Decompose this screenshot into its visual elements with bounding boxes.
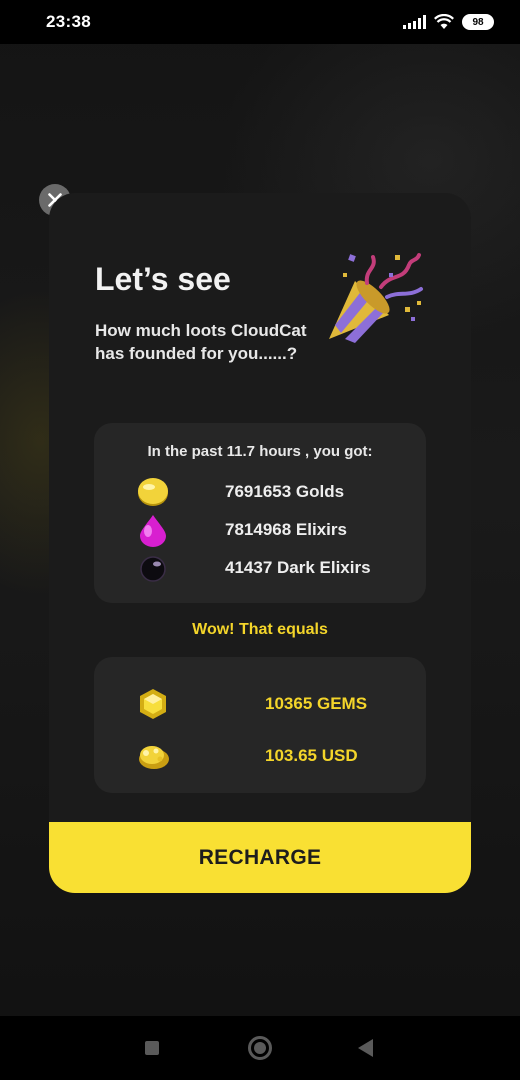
loot-elixir-text: 7814968 Elixirs <box>225 520 347 539</box>
conversion-gems-text: 10365 GEMS <box>265 694 368 713</box>
gold-pile-icon <box>139 746 169 769</box>
gem-icon <box>140 689 166 719</box>
dialog-subtitle: How much loots CloudCat has founded for … <box>95 321 307 363</box>
party-popper-icon <box>329 253 423 343</box>
conversion-box: 10365 GEMS 103.65 USD <box>94 657 426 793</box>
elixir-drop-icon <box>140 515 166 547</box>
conversion-row-usd: 103.65 USD <box>94 739 426 773</box>
battery-level: 98 <box>472 16 484 28</box>
gold-coin-icon <box>138 478 168 506</box>
loot-row-elixir: 7814968 Elixirs <box>94 513 426 547</box>
conversion-usd-text: 103.65 USD <box>265 746 358 765</box>
conversion-row-gems: 10365 GEMS <box>94 687 426 721</box>
dialog-title: Let’s see <box>95 261 231 297</box>
status-icons: 98 <box>403 14 494 30</box>
back-icon[interactable] <box>358 1039 373 1057</box>
dark-elixir-icon <box>140 556 166 582</box>
recents-icon[interactable] <box>145 1041 159 1055</box>
loot-dialog: Let’s see How much loots CloudCat has fo… <box>49 193 471 893</box>
loot-gold-text: 7691653 Golds <box>225 482 345 501</box>
signal-icon <box>403 15 426 29</box>
loot-summary-box: In the past 11.7 hours , you got: 769165… <box>94 423 426 603</box>
battery-icon: 98 <box>462 14 494 30</box>
equals-label: Wow! That equals <box>192 621 328 638</box>
loot-row-gold: 7691653 Golds <box>94 475 426 509</box>
navigation-bar <box>0 1016 520 1080</box>
loot-dark-elixir-text: 41437 Dark Elixirs <box>225 558 371 577</box>
loot-summary-header: In the past 11.7 hours , you got: <box>147 443 373 460</box>
loot-row-dark-elixir: 41437 Dark Elixirs <box>94 551 426 585</box>
status-time: 23:38 <box>46 12 91 31</box>
recharge-button[interactable]: RECHARGE <box>49 822 471 893</box>
status-bar: 23:38 98 <box>0 0 520 44</box>
home-icon[interactable] <box>248 1036 272 1060</box>
wifi-icon <box>434 14 454 29</box>
